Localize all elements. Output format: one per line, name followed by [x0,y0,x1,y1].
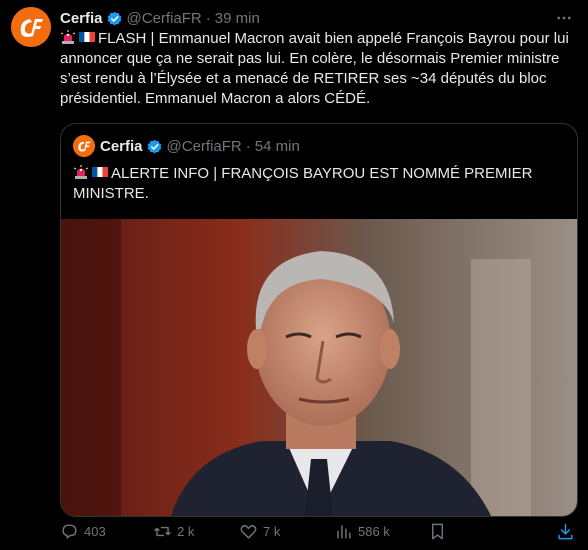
france-flag-icon [79,32,95,42]
avatar[interactable] [11,7,51,47]
author-name[interactable]: Cerfia [60,10,103,27]
repost-icon [154,526,171,536]
cf-logo-icon [11,7,51,47]
quoted-photo[interactable] [61,219,577,516]
verified-badge-icon [107,11,121,26]
share-button[interactable] [556,520,575,542]
tweet[interactable]: Cerfia @CerfiaFR · 39 min FLASH | Emmanu… [0,0,588,550]
tweet-text: FLASH | Emmanuel Macron avait bien appel… [60,29,580,109]
quoted-author-handle: @CerfiaFR [166,137,242,155]
police-light-icon [73,165,89,179]
separator-dot: · [245,137,251,155]
bookmark-button[interactable] [428,520,447,542]
reply-button[interactable]: 403 [60,520,106,542]
portrait-image [61,219,577,516]
like-count: 7 k [263,523,281,539]
police-light-icon [60,30,76,44]
verified-badge-icon [147,139,161,154]
quoted-tweet-body: ALERTE INFO | FRANÇOIS BAYROU EST NOMMÉ … [73,165,533,202]
reply-icon [62,523,77,539]
cf-logo-icon [73,135,95,157]
more-button[interactable] [552,8,576,28]
repost-count: 2 k [177,523,195,539]
france-flag-icon [92,167,108,177]
action-bar: 403 2 k 7 k 586 k [60,520,580,542]
tweet-header: Cerfia @CerfiaFR · 39 min [60,8,260,28]
quoted-timestamp: 54 min [254,137,300,155]
like-icon [240,524,257,539]
reply-count: 403 [84,523,106,539]
repost-button[interactable]: 2 k [153,520,194,542]
bookmark-icon [432,523,443,539]
like-button[interactable]: 7 k [239,520,280,542]
views-button[interactable]: 586 k [334,520,390,542]
author-handle[interactable]: @CerfiaFR [127,10,202,27]
quoted-tweet-header: Cerfia @CerfiaFR · 54 min [73,135,300,157]
quoted-tweet[interactable]: Cerfia @CerfiaFR · 54 min ALERTE INFO | … [60,123,578,517]
more-icon [557,16,571,20]
views-count: 586 k [358,523,390,539]
quoted-avatar[interactable] [73,135,95,157]
quoted-tweet-text: ALERTE INFO | FRANÇOIS BAYROU EST NOMMÉ … [73,164,563,204]
tweet-body: FLASH | Emmanuel Macron avait bien appel… [60,30,569,107]
views-icon [337,524,351,539]
separator-dot: · [205,9,211,27]
timestamp[interactable]: 39 min [215,10,260,27]
share-icon [558,523,573,539]
quoted-author-name[interactable]: Cerfia [100,138,143,155]
